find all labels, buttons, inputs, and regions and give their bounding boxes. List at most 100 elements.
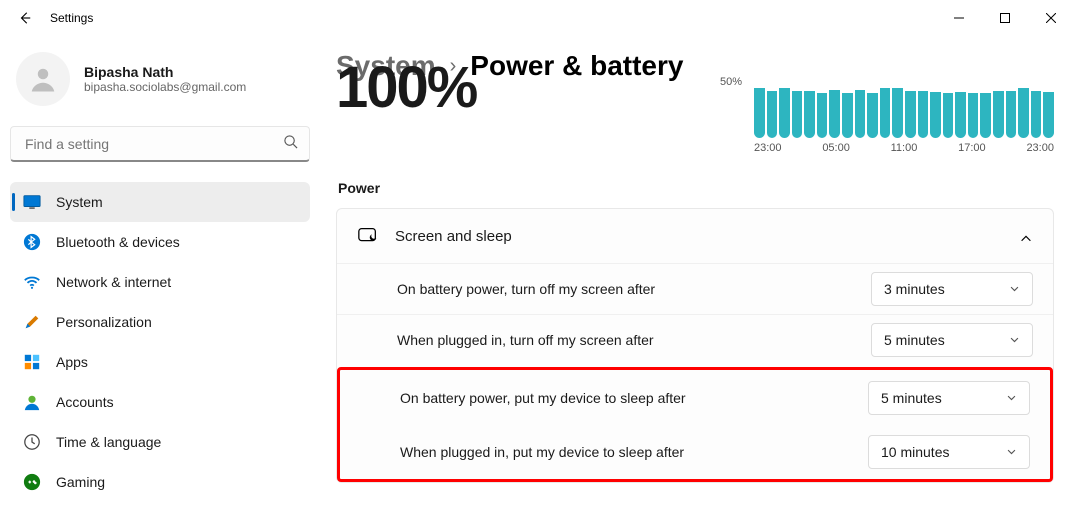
chart-x-tick: 17:00: [958, 142, 986, 154]
setting-label: On battery power, put my device to sleep…: [400, 390, 686, 406]
main-panel: System › Power & battery 100% 50% 23:000…: [320, 36, 1080, 519]
apps-icon: [22, 352, 42, 372]
card-title: Screen and sleep: [395, 228, 512, 245]
chart-bar: [767, 91, 778, 138]
chevron-down-icon: [1009, 332, 1020, 348]
chart-bar: [955, 92, 966, 138]
chart-bar: [1006, 91, 1017, 138]
chart-bar: [1043, 92, 1054, 138]
dropdown-screen-plugged[interactable]: 5 minutes: [871, 323, 1033, 357]
chart-bar: [1018, 88, 1029, 138]
nav-item-bluetooth[interactable]: Bluetooth & devices: [10, 222, 310, 262]
search-icon: [283, 134, 298, 154]
chart-x-tick: 11:00: [891, 142, 918, 154]
setting-screen-plugged: When plugged in, turn off my screen afte…: [337, 314, 1053, 365]
chart-bar: [892, 88, 903, 138]
search-box: [10, 126, 310, 162]
bluetooth-icon: [22, 232, 42, 252]
chart-bar: [779, 88, 790, 138]
setting-label: On battery power, turn off my screen aft…: [397, 281, 655, 297]
profile-name: Bipasha Nath: [84, 64, 246, 80]
arrow-left-icon: [18, 11, 32, 25]
paintbrush-icon: [22, 312, 42, 332]
dropdown-sleep-battery[interactable]: 5 minutes: [868, 381, 1030, 415]
gamepad-icon: [22, 472, 42, 492]
nav-item-system[interactable]: System: [10, 182, 310, 222]
chart-bar: [829, 90, 840, 138]
maximize-icon: [1000, 13, 1010, 23]
setting-sleep-plugged: When plugged in, put my device to sleep …: [340, 425, 1050, 479]
setting-screen-battery: On battery power, turn off my screen aft…: [337, 263, 1053, 314]
wifi-icon: [22, 272, 42, 292]
chart-bar: [993, 91, 1004, 138]
chart-bar: [842, 93, 853, 138]
chart-bar: [792, 91, 803, 138]
chevron-down-icon: [1009, 281, 1020, 297]
chart-bar: [930, 92, 941, 138]
nav-label: Apps: [56, 354, 88, 370]
chart-bar: [905, 91, 916, 138]
nav-item-time-language[interactable]: Time & language: [10, 422, 310, 462]
profile-email: bipasha.sociolabs@gmail.com: [84, 80, 246, 94]
screen-sleep-expander[interactable]: Screen and sleep: [337, 209, 1053, 263]
nav-item-apps[interactable]: Apps: [10, 342, 310, 382]
clock-globe-icon: [22, 432, 42, 452]
person-icon: [28, 64, 58, 94]
section-title-power: Power: [338, 180, 1054, 196]
minimize-icon: [954, 13, 964, 23]
battery-history-chart[interactable]: 50% 23:0005:0011:0017:0023:00: [754, 82, 1054, 162]
chevron-down-icon: [1006, 444, 1017, 460]
nav-item-network[interactable]: Network & internet: [10, 262, 310, 302]
chevron-down-icon: [1006, 390, 1017, 406]
chart-bar: [880, 88, 891, 138]
chart-bar: [918, 91, 929, 138]
setting-label: When plugged in, turn off my screen afte…: [397, 332, 654, 348]
nav-label: Network & internet: [56, 274, 171, 290]
nav-item-gaming[interactable]: Gaming: [10, 462, 310, 502]
nav-label: Personalization: [56, 314, 152, 330]
sidebar: Bipasha Nath bipasha.sociolabs@gmail.com…: [0, 36, 320, 519]
chart-bar: [804, 91, 815, 138]
nav-label: Gaming: [56, 474, 105, 490]
annotation-highlight-box: On battery power, put my device to sleep…: [337, 367, 1053, 482]
chart-bar: [855, 90, 866, 138]
chart-bar: [968, 93, 979, 138]
close-button[interactable]: [1028, 3, 1074, 33]
chart-x-tick: 23:00: [754, 142, 782, 154]
nav-label: Time & language: [56, 434, 161, 450]
account-icon: [22, 392, 42, 412]
avatar: [16, 52, 70, 106]
chart-y-label: 50%: [720, 76, 742, 88]
chart-bar: [754, 88, 765, 138]
setting-sleep-battery: On battery power, put my device to sleep…: [340, 371, 1050, 425]
nav-list: System Bluetooth & devices Network & int…: [10, 182, 310, 502]
nav-item-personalization[interactable]: Personalization: [10, 302, 310, 342]
battery-percent: 100%: [336, 54, 696, 162]
chart-bar: [943, 93, 954, 138]
setting-label: When plugged in, put my device to sleep …: [400, 444, 684, 460]
window-title: Settings: [50, 11, 93, 25]
chart-bar: [1031, 91, 1042, 138]
chevron-up-icon: [1019, 227, 1033, 246]
nav-item-accounts[interactable]: Accounts: [10, 382, 310, 422]
search-input[interactable]: [10, 126, 310, 162]
minimize-button[interactable]: [936, 3, 982, 33]
chart-bar: [980, 93, 991, 138]
titlebar: Settings: [0, 0, 1080, 36]
nav-label: System: [56, 194, 103, 210]
dropdown-sleep-plugged[interactable]: 10 minutes: [868, 435, 1030, 469]
chart-x-tick: 23:00: [1026, 142, 1054, 154]
nav-label: Accounts: [56, 394, 114, 410]
display-icon: [22, 192, 42, 212]
chart-bar: [867, 93, 878, 138]
maximize-button[interactable]: [982, 3, 1028, 33]
profile-block[interactable]: Bipasha Nath bipasha.sociolabs@gmail.com: [10, 46, 310, 120]
close-icon: [1046, 13, 1056, 23]
chart-bar: [817, 93, 828, 138]
dropdown-screen-battery[interactable]: 3 minutes: [871, 272, 1033, 306]
nav-label: Bluetooth & devices: [56, 234, 180, 250]
screen-sleep-icon: [357, 225, 379, 247]
chart-x-tick: 05:00: [822, 142, 850, 154]
back-button[interactable]: [12, 5, 38, 31]
screen-sleep-card: Screen and sleep On battery power, turn …: [336, 208, 1054, 483]
